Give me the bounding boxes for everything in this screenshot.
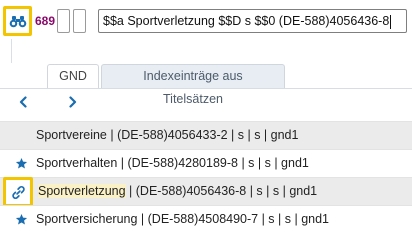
- tabs-divider: [0, 88, 412, 89]
- chevron-left-icon: [19, 96, 27, 108]
- search-button[interactable]: [3, 6, 32, 36]
- list-item[interactable]: Sportverhalten | (DE-588)4280189-8 | s |…: [0, 150, 412, 177]
- binoculars-icon: [9, 15, 26, 27]
- previous-page-button[interactable]: [14, 93, 32, 111]
- list-item-text: Sportversicherung | (DE-588)4508490-7 | …: [36, 212, 330, 226]
- indicator-2-input[interactable]: [73, 9, 86, 33]
- matched-term: Sportverletzung: [38, 184, 126, 198]
- next-page-button[interactable]: [64, 93, 82, 111]
- list-item-selected[interactable]: Sportverletzung | (DE-588)4056436-8 | s …: [0, 177, 412, 207]
- list-item-text: Sportverletzung | (DE-588)4056436-8 | s …: [38, 178, 317, 205]
- star-icon[interactable]: [14, 156, 28, 170]
- chevron-right-icon: [69, 96, 77, 108]
- list-item-text: Sportvereine | (DE-588)4056433-2 | s | s…: [36, 128, 299, 142]
- field-tag: 689: [34, 14, 56, 28]
- link-button[interactable]: [3, 177, 33, 207]
- text-cursor: [390, 14, 392, 29]
- field-content-input[interactable]: $$a Sportverletzung $$D s $$0 (DE-588)40…: [98, 9, 407, 33]
- list-item[interactable]: Sportversicherung | (DE-588)4508490-7 | …: [0, 206, 412, 233]
- link-icon: [11, 185, 25, 199]
- field-content-text: $$a Sportverletzung $$D s $$0 (DE-588)40…: [103, 14, 390, 28]
- tab-gnd[interactable]: GND: [47, 64, 99, 89]
- divider: [11, 39, 12, 63]
- star-icon[interactable]: [14, 212, 28, 226]
- list-item[interactable]: Sportvereine | (DE-588)4056433-2 | s | s…: [0, 122, 412, 149]
- indicator-1-input[interactable]: [57, 9, 70, 33]
- tab-index-entries[interactable]: Indexeinträge aus Titelsätzen: [101, 64, 285, 106]
- list-item-text: Sportverhalten | (DE-588)4280189-8 | s |…: [36, 156, 309, 170]
- list-item-details: | (DE-588)4056436-8 | s | s | gnd1: [125, 184, 318, 198]
